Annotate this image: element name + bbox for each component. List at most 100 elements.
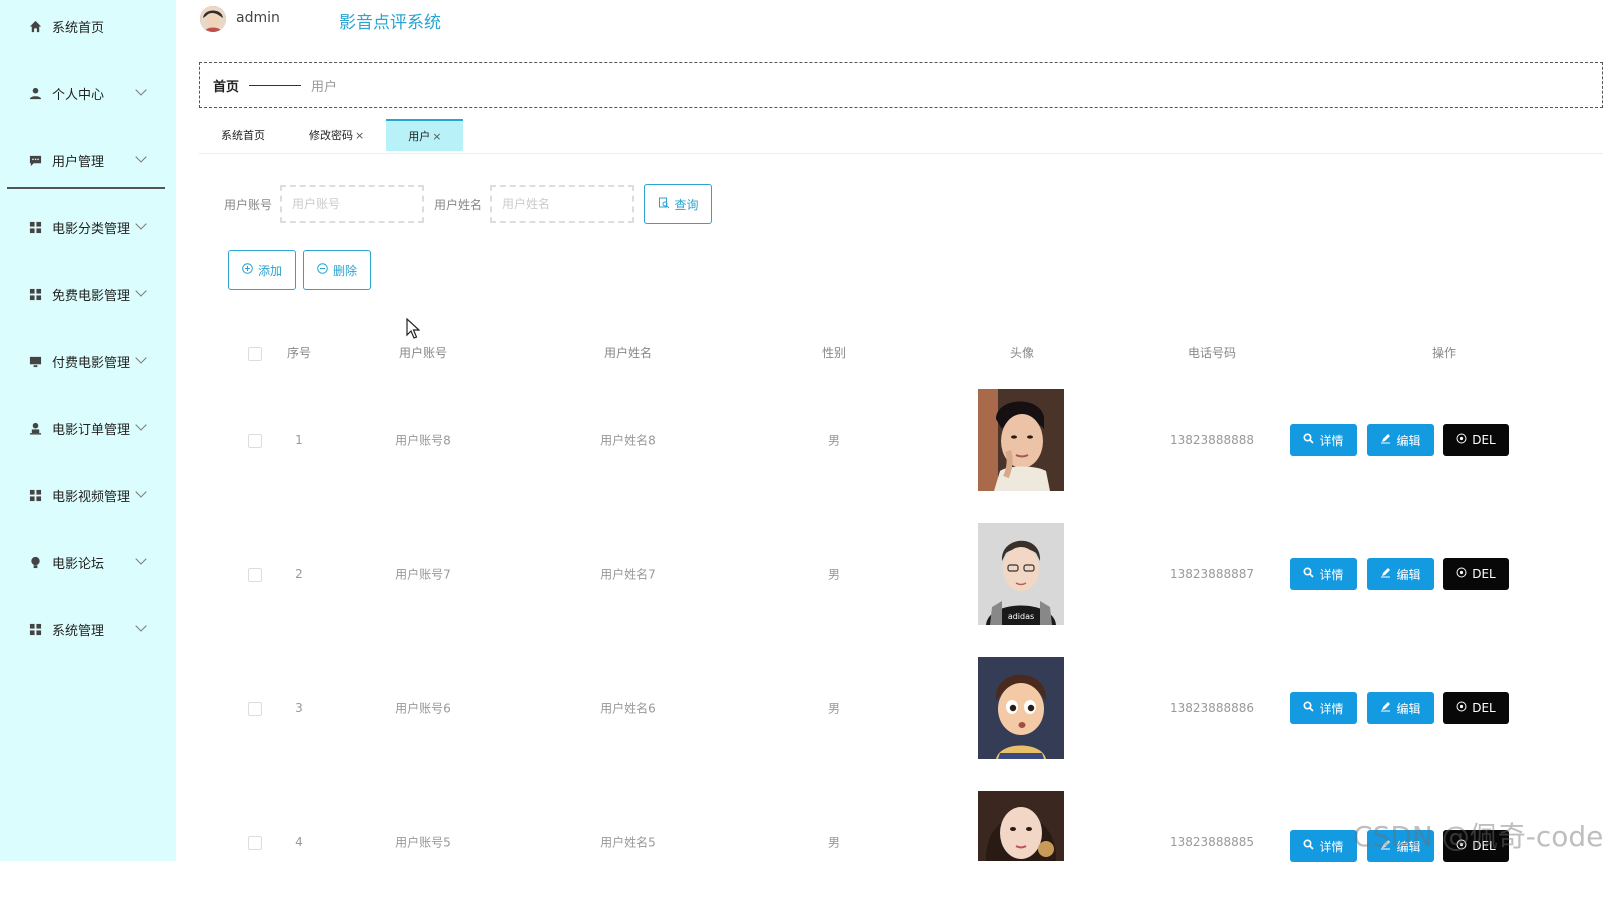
cell-name: 用户姓名7 bbox=[600, 567, 656, 582]
tab-change-password[interactable]: 修改密码 × bbox=[287, 119, 386, 151]
edit-button[interactable]: 编辑 bbox=[1367, 692, 1434, 724]
power-icon bbox=[1456, 567, 1467, 581]
header-gender[interactable]: 性别 bbox=[822, 344, 846, 361]
sidebar-item-movie-forum[interactable]: 电影论坛 bbox=[0, 542, 176, 582]
select-all-checkbox[interactable] bbox=[248, 347, 262, 361]
cell-index: 1 bbox=[295, 433, 303, 447]
account-label: 用户账号 bbox=[224, 197, 273, 212]
edit-button-label: 编辑 bbox=[1396, 701, 1421, 716]
sidebar: 系统首页 个人中心 用户管理 电影分类管理 免费电影管理 付费电影管理 电影订单… bbox=[0, 0, 176, 861]
sidebar-item-movie-category[interactable]: 电影分类管理 bbox=[0, 207, 176, 247]
tab-home[interactable]: 系统首页 bbox=[199, 119, 287, 151]
chevron-down-icon bbox=[135, 419, 147, 431]
sidebar-item-label: 电影分类管理 bbox=[52, 221, 131, 237]
mouse-cursor-icon bbox=[406, 317, 421, 344]
breadcrumb-separator bbox=[249, 84, 302, 86]
detail-button[interactable]: 详情 bbox=[1290, 692, 1357, 724]
del-button-label: DEL bbox=[1472, 433, 1496, 447]
svg-text:adidas: adidas bbox=[1008, 612, 1034, 621]
sidebar-item-movie-orders[interactable]: 电影订单管理 bbox=[0, 408, 176, 448]
row-checkbox[interactable] bbox=[248, 568, 262, 582]
del-button[interactable]: DEL bbox=[1443, 558, 1509, 590]
del-button[interactable]: DEL bbox=[1443, 424, 1509, 456]
del-button-label: DEL bbox=[1472, 567, 1496, 581]
avatar-photo[interactable] bbox=[978, 791, 1064, 861]
detail-button-label: 详情 bbox=[1319, 567, 1344, 582]
edit-button[interactable]: 编辑 bbox=[1367, 424, 1434, 456]
close-icon[interactable]: × bbox=[432, 130, 441, 143]
header-index: 序号 bbox=[286, 346, 312, 360]
header-account[interactable]: 用户账号 bbox=[399, 344, 447, 361]
cell-phone: 13823888886 bbox=[1170, 701, 1254, 715]
sidebar-item-label: 用户管理 bbox=[52, 154, 105, 170]
sidebar-item-profile[interactable]: 个人中心 bbox=[0, 73, 176, 113]
pencil-icon bbox=[1380, 567, 1391, 581]
del-button[interactable]: DEL bbox=[1443, 692, 1509, 724]
sidebar-item-free-movies[interactable]: 免费电影管理 bbox=[0, 274, 176, 314]
sidebar-item-label: 系统首页 bbox=[52, 20, 105, 36]
header-phone[interactable]: 电话号码 bbox=[1188, 344, 1236, 361]
cell-name: 用户姓名8 bbox=[600, 433, 656, 448]
row-checkbox[interactable] bbox=[248, 434, 262, 448]
avatar-photo[interactable]: adidas bbox=[978, 523, 1064, 625]
detail-button[interactable]: 详情 bbox=[1290, 830, 1357, 862]
breadcrumb-home[interactable]: 首页 bbox=[213, 76, 239, 95]
search-bar: 用户账号 用户姓名 查询 bbox=[224, 184, 713, 224]
edit-button-label: 编辑 bbox=[1396, 433, 1421, 448]
tab-user[interactable]: 用户 × bbox=[386, 119, 464, 151]
table-row: 1 用户账号8 用户姓名8 男 13823888888 详情 编辑 DEL bbox=[199, 373, 1603, 507]
name-search-input[interactable] bbox=[490, 185, 635, 223]
chevron-down-icon bbox=[135, 553, 147, 565]
search-icon bbox=[1303, 567, 1315, 581]
tab-label: 系统首页 bbox=[221, 129, 265, 142]
tab-divider bbox=[199, 153, 1603, 154]
close-icon[interactable]: × bbox=[355, 129, 364, 142]
edit-button[interactable]: 编辑 bbox=[1367, 558, 1434, 590]
sidebar-item-user-management[interactable]: 用户管理 bbox=[0, 140, 176, 180]
avatar[interactable] bbox=[200, 6, 226, 32]
grid-icon bbox=[28, 622, 42, 636]
search-icon bbox=[1303, 433, 1315, 447]
sidebar-item-system-management[interactable]: 系统管理 bbox=[0, 609, 176, 649]
toolbar: 添加 删除 bbox=[228, 250, 371, 290]
sidebar-item-label: 电影订单管理 bbox=[52, 422, 131, 438]
remove-circle-icon bbox=[317, 263, 328, 277]
sidebar-item-paid-movies[interactable]: 付费电影管理 bbox=[0, 341, 176, 381]
del-button-label: DEL bbox=[1472, 701, 1496, 715]
row-checkbox[interactable] bbox=[248, 702, 262, 716]
sidebar-item-movie-videos[interactable]: 电影视频管理 bbox=[0, 475, 176, 515]
detail-button[interactable]: 详情 bbox=[1290, 558, 1357, 590]
query-button[interactable]: 查询 bbox=[644, 184, 713, 224]
user-icon bbox=[28, 86, 42, 100]
active-section-divider bbox=[7, 187, 165, 189]
chevron-down-icon bbox=[135, 151, 147, 163]
chevron-down-icon bbox=[135, 84, 147, 96]
chat-icon bbox=[28, 153, 42, 167]
grid-icon bbox=[28, 287, 42, 301]
sidebar-item-label: 付费电影管理 bbox=[52, 355, 131, 371]
detail-button-label: 详情 bbox=[1319, 433, 1344, 448]
cell-index: 3 bbox=[295, 701, 303, 715]
cell-index: 4 bbox=[295, 835, 303, 849]
cell-phone: 13823888888 bbox=[1170, 433, 1254, 447]
account-search-input[interactable] bbox=[280, 185, 425, 223]
add-button[interactable]: 添加 bbox=[228, 250, 296, 290]
pencil-icon bbox=[1380, 433, 1391, 447]
chevron-down-icon bbox=[135, 285, 147, 297]
breadcrumb-current: 用户 bbox=[311, 79, 338, 95]
sidebar-item-home[interactable]: 系统首页 bbox=[0, 6, 176, 46]
detail-button[interactable]: 详情 bbox=[1290, 424, 1357, 456]
query-button-label: 查询 bbox=[674, 197, 699, 212]
tab-label: 修改密码 bbox=[309, 129, 353, 142]
search-icon bbox=[1303, 701, 1315, 715]
header-actions: 操作 bbox=[1431, 346, 1457, 360]
row-checkbox[interactable] bbox=[248, 836, 262, 850]
delete-button[interactable]: 删除 bbox=[303, 250, 371, 290]
sidebar-item-label: 电影视频管理 bbox=[52, 489, 131, 505]
edit-button-label: 编辑 bbox=[1396, 567, 1421, 582]
avatar-photo[interactable] bbox=[978, 657, 1064, 759]
add-circle-icon bbox=[242, 263, 253, 277]
header-name[interactable]: 用户姓名 bbox=[604, 344, 652, 361]
app-title: 影音点评系统 bbox=[339, 13, 441, 33]
avatar-photo[interactable] bbox=[978, 389, 1064, 491]
